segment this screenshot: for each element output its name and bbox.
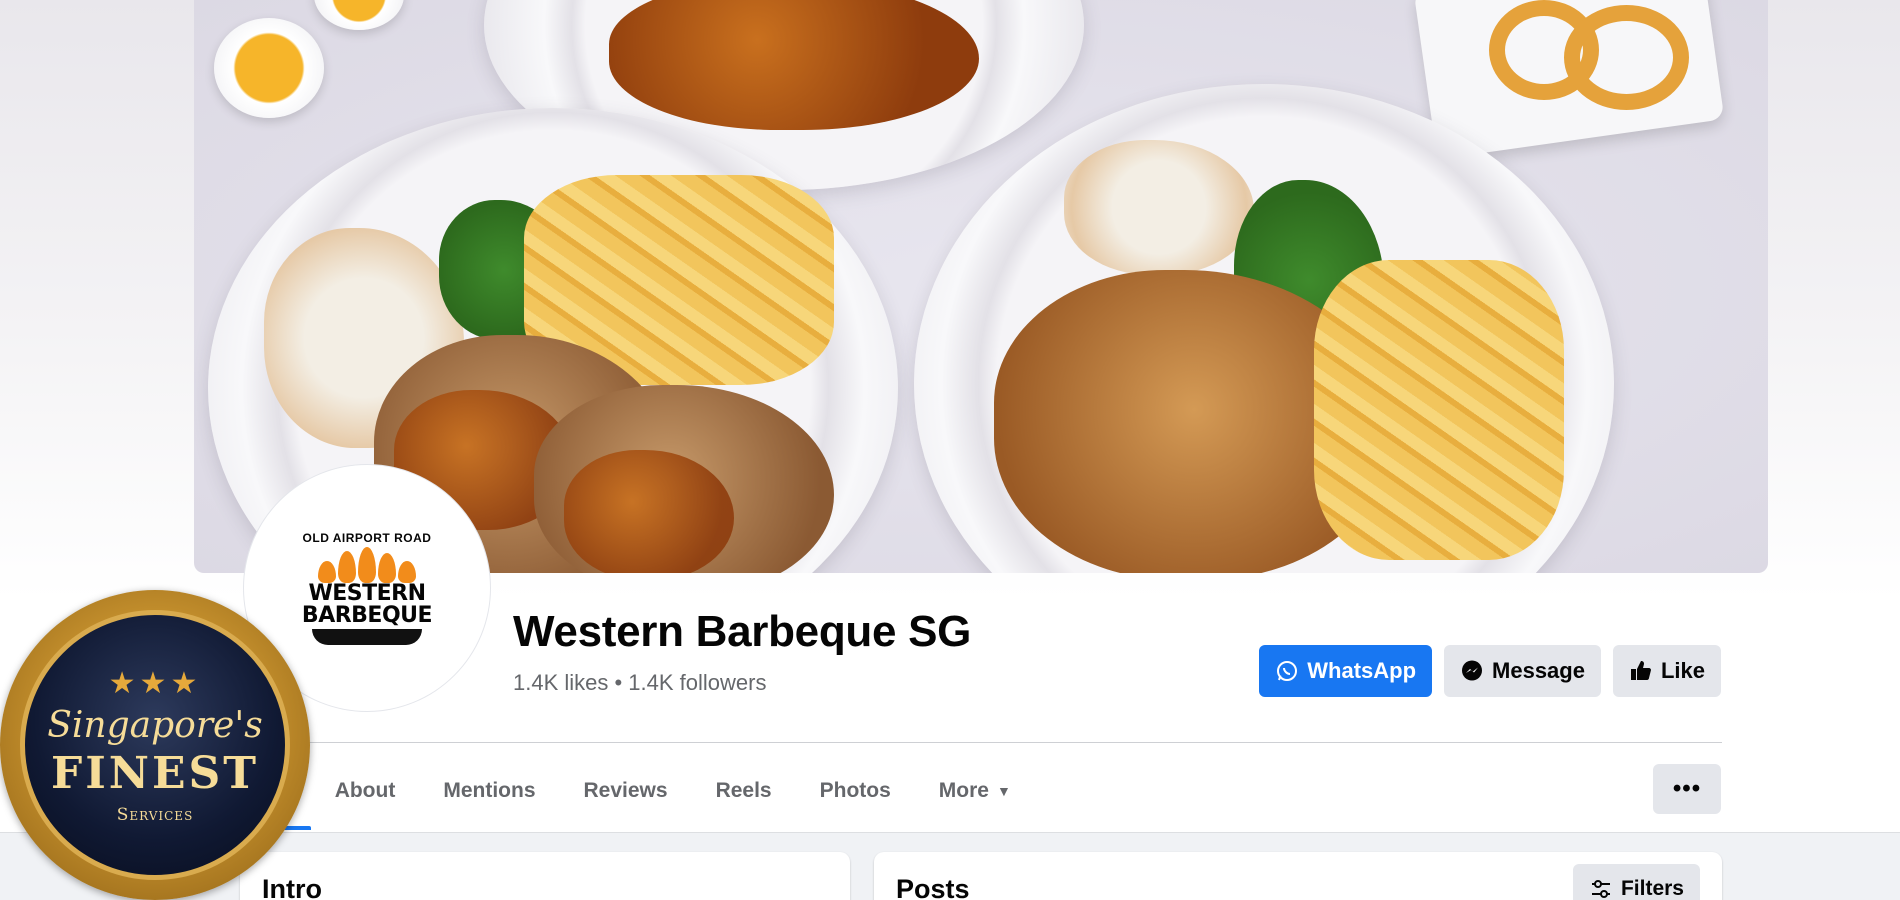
tab-mentions-label: Mentions — [443, 779, 536, 802]
flame-icon — [318, 547, 416, 583]
singapores-finest-badge: ★★★ Singapore's FINEST Services — [0, 590, 310, 900]
like-label: Like — [1660, 658, 1705, 683]
onion-ring-2 — [1564, 5, 1689, 110]
whatsapp-icon — [1277, 661, 1298, 681]
tab-mentions[interactable]: Mentions — [419, 752, 559, 830]
logo-name-line1: WESTERN — [308, 581, 426, 606]
fries-2 — [1314, 260, 1564, 560]
sauce-ramekin — [214, 18, 324, 118]
tab-more-label: More — [938, 779, 989, 802]
more-options-button[interactable]: ••• — [1653, 764, 1721, 814]
badge-stars: ★★★ — [108, 666, 202, 700]
filters-icon — [1591, 880, 1610, 898]
glazed-chop — [609, 0, 979, 130]
sauce-ramekin-2 — [314, 0, 404, 30]
filters-button[interactable]: Filters — [1572, 864, 1700, 900]
badge-inner: ★★★ Singapore's FINEST Services — [20, 610, 290, 880]
intro-title: Intro — [262, 874, 322, 900]
tab-reels-label: Reels — [715, 779, 772, 802]
page-actions: WhatsApp Message Like — [1259, 645, 1721, 697]
whatsapp-label: WhatsApp — [1307, 658, 1417, 683]
whatsapp-button[interactable]: WhatsApp — [1259, 645, 1433, 697]
tab-more[interactable]: More ▼ — [915, 752, 1035, 830]
logo-top-text: OLD AIRPORT ROAD — [302, 531, 432, 545]
intro-card: Intro — [240, 852, 850, 900]
message-button[interactable]: Message — [1444, 645, 1601, 697]
like-button[interactable]: Like — [1612, 645, 1721, 697]
tab-reviews[interactable]: Reviews — [560, 752, 692, 830]
page-tabs: ts About Mentions Reviews Reels Photos M… — [244, 752, 1035, 830]
page-title: Western Barbeque SG — [513, 607, 972, 656]
posts-title: Posts — [896, 874, 970, 900]
filters-label: Filters — [1620, 877, 1684, 900]
tab-photos-label: Photos — [819, 779, 891, 802]
badge-line2: FINEST — [50, 747, 260, 799]
wok-icon — [312, 629, 422, 645]
tab-reels[interactable]: Reels — [692, 752, 796, 830]
badge-line3: Services — [116, 804, 194, 825]
coleslaw-2 — [1064, 140, 1254, 275]
badge-line1: Singapore's — [47, 704, 263, 746]
logo-name-line2: BARBEQUE — [301, 603, 433, 628]
tab-reviews-label: Reviews — [583, 779, 668, 802]
page-stats[interactable]: 1.4K likes • 1.4K followers — [513, 670, 766, 696]
tab-photos[interactable]: Photos — [796, 752, 915, 830]
thumbs-up-icon — [1630, 661, 1651, 680]
message-label: Message — [1492, 658, 1585, 683]
messenger-icon — [1462, 660, 1483, 681]
caret-down-icon: ▼ — [996, 783, 1011, 799]
header-divider — [244, 742, 1722, 743]
tab-about-label: About — [334, 779, 396, 802]
tab-about[interactable]: About — [311, 752, 420, 830]
posts-card: Posts Filters — [874, 852, 1722, 900]
